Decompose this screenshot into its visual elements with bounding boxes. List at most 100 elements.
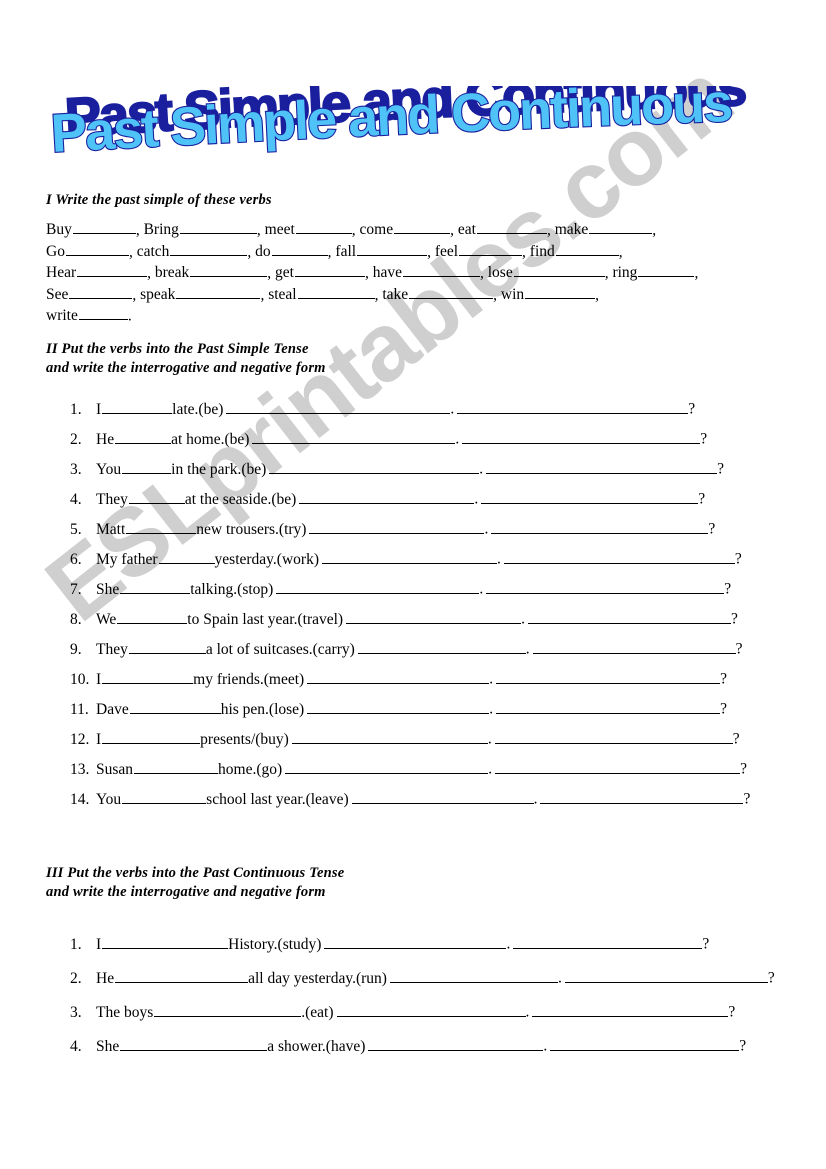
verb-item: ring [612, 262, 695, 281]
answer-blank[interactable] [154, 1001, 302, 1017]
interrogative-form-blank[interactable] [532, 1001, 729, 1017]
answer-blank[interactable] [72, 219, 136, 235]
answer-blank[interactable] [190, 262, 268, 278]
verb-item: eat [458, 221, 547, 238]
negative-form-blank[interactable] [389, 967, 558, 983]
interrogative-form-blank[interactable] [540, 788, 744, 804]
answer-blank[interactable] [77, 262, 148, 278]
negative-form-blank[interactable] [307, 698, 490, 714]
answer-blank[interactable] [638, 262, 695, 278]
interrogative-form-blank[interactable] [494, 728, 733, 744]
negative-form-blank[interactable] [269, 458, 480, 474]
item-number: 3. [70, 1003, 82, 1021]
negative-form-blank[interactable] [307, 668, 490, 684]
negative-form-blank[interactable] [299, 488, 475, 504]
answer-blank[interactable] [158, 548, 215, 564]
negative-form-blank[interactable] [357, 638, 526, 654]
interrogative-form-blank[interactable] [496, 668, 721, 684]
answer-blank[interactable] [78, 305, 128, 321]
answer-blank[interactable] [69, 284, 133, 299]
answer-blank[interactable] [525, 284, 596, 299]
negative-form-blank[interactable] [291, 728, 488, 744]
verb-separator: , [256, 221, 265, 239]
interrogative-form-blank[interactable] [457, 398, 689, 414]
negative-form-blank[interactable] [321, 548, 497, 564]
interrogative-form-blank[interactable] [486, 578, 725, 594]
answer-blank[interactable] [102, 398, 173, 414]
answer-blank[interactable] [122, 458, 172, 474]
answer-blank[interactable] [294, 262, 365, 278]
sentence-stem: The boys .(eat) [96, 1004, 334, 1021]
item-number: 1. [70, 935, 82, 953]
negative-form-blank[interactable] [285, 758, 489, 774]
answer-blank[interactable] [409, 284, 494, 299]
worksheet-page: ESLprintables.com Past Simple and Contin… [0, 0, 826, 1169]
section-2-exercise-list: 1. Ilate.(be).? 2. He at home.(be).? 3. You in … [70, 398, 780, 818]
answer-blank[interactable] [115, 967, 249, 983]
answer-blank[interactable] [102, 933, 229, 949]
interrogative-form-blank[interactable] [486, 458, 718, 474]
negative-period: . [489, 670, 494, 688]
exercise-row: 3. The boys .(eat).? [70, 1001, 780, 1035]
answer-blank[interactable] [357, 241, 428, 256]
sentence-remainder: my friends.(meet) [193, 670, 305, 688]
verb-label: win [500, 285, 525, 303]
interrogative-form-blank[interactable] [496, 698, 721, 714]
negative-form-blank[interactable] [336, 1001, 526, 1017]
answer-blank[interactable] [176, 284, 261, 299]
answer-blank[interactable] [122, 788, 207, 804]
question-mark: ? [730, 610, 738, 628]
interrogative-form-blank[interactable] [462, 428, 701, 444]
answer-blank[interactable] [126, 518, 197, 534]
answer-blank[interactable] [476, 219, 547, 235]
negative-form-blank[interactable] [368, 1035, 544, 1051]
interrogative-form-blank[interactable] [513, 933, 703, 949]
answer-blank[interactable] [128, 638, 206, 654]
negative-form-blank[interactable] [226, 398, 451, 414]
answer-blank[interactable] [179, 219, 257, 235]
interrogative-form-blank[interactable] [532, 638, 736, 654]
answer-blank[interactable] [120, 578, 191, 594]
sentence-stem: Dave his pen.(lose) [96, 701, 304, 718]
answer-blank[interactable] [271, 241, 328, 256]
negative-form-blank[interactable] [346, 608, 522, 624]
answer-blank[interactable] [102, 728, 201, 744]
interrogative-form-blank[interactable] [550, 1035, 740, 1051]
answer-blank[interactable] [295, 219, 352, 235]
negative-form-blank[interactable] [324, 933, 507, 949]
answer-blank[interactable] [459, 241, 523, 256]
interrogative-form-blank[interactable] [503, 548, 735, 564]
answer-blank[interactable] [297, 284, 375, 299]
interrogative-form-blank[interactable] [491, 518, 709, 534]
verb-label: do [255, 242, 271, 260]
interrogative-form-blank[interactable] [481, 488, 699, 504]
negative-form-blank[interactable] [351, 788, 534, 804]
negative-form-blank[interactable] [276, 578, 480, 594]
answer-blank[interactable] [128, 488, 185, 504]
verb-separator: , [652, 221, 657, 239]
answer-blank[interactable] [65, 241, 129, 256]
answer-blank[interactable] [129, 698, 221, 714]
answer-blank[interactable] [403, 262, 480, 278]
answer-blank[interactable] [513, 262, 605, 278]
interrogative-form-blank[interactable] [527, 608, 731, 624]
sentence-subject: Matt [96, 520, 126, 538]
answer-blank[interactable] [170, 241, 248, 256]
answer-blank[interactable] [120, 1035, 268, 1051]
negative-form-blank[interactable] [252, 428, 456, 444]
section-3-exercise-list: 1. I History.(study).? 2. He all day yesterda… [70, 933, 780, 1069]
interrogative-form-blank[interactable] [495, 758, 741, 774]
interrogative-form-blank[interactable] [564, 967, 768, 983]
answer-blank[interactable] [117, 608, 188, 624]
answer-blank[interactable] [102, 668, 194, 684]
answer-blank[interactable] [555, 241, 619, 256]
negative-form-blank[interactable] [309, 518, 485, 534]
verb-separator: , [618, 242, 623, 260]
answer-blank[interactable] [394, 219, 451, 235]
answer-blank[interactable] [115, 428, 172, 444]
sentence-subject: I [96, 935, 102, 953]
item-number: 5. [70, 520, 82, 538]
answer-blank[interactable] [134, 758, 219, 774]
answer-blank[interactable] [589, 219, 653, 235]
item-number: 1. [70, 400, 82, 418]
